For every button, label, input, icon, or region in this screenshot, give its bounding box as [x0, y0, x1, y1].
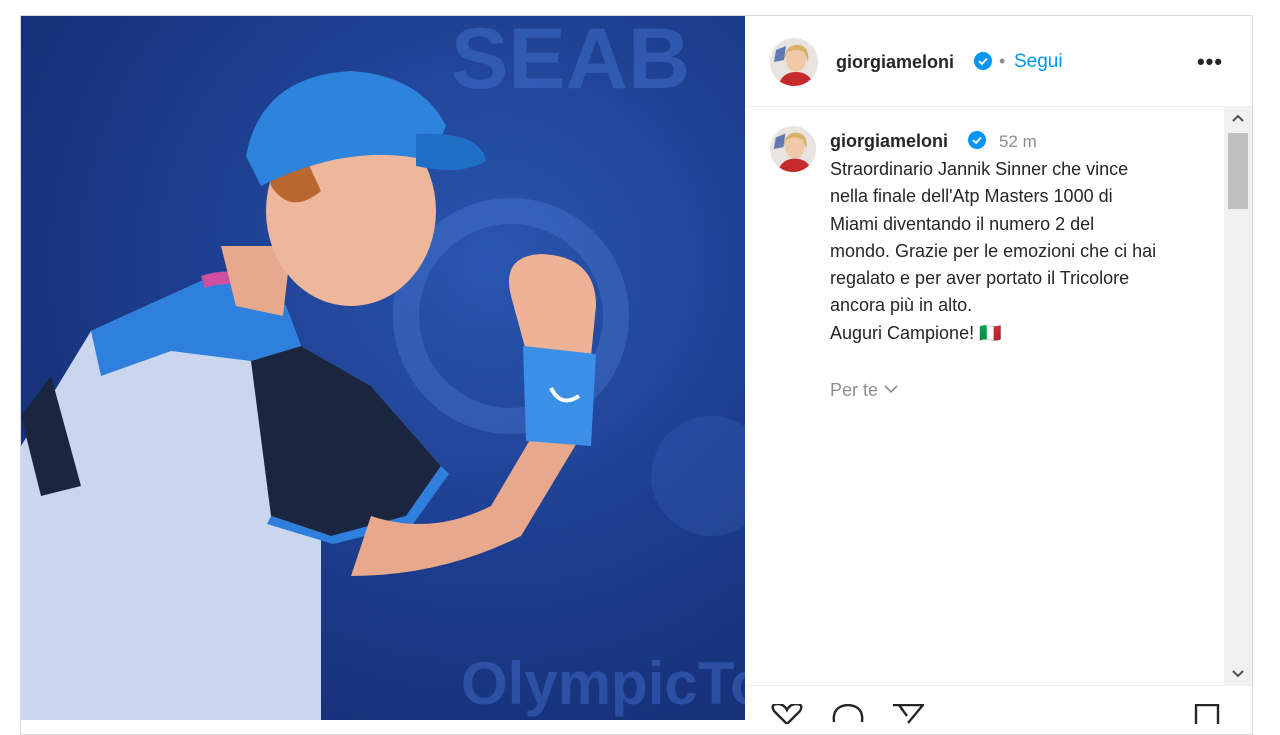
scroll-up-icon[interactable] — [1224, 107, 1252, 129]
verified-badge-icon — [968, 131, 986, 149]
translation-toggle-label: Per te — [830, 380, 879, 400]
more-options-icon[interactable]: ••• — [1194, 46, 1226, 78]
heart-icon[interactable] — [770, 704, 804, 724]
comment-username[interactable]: giorgiameloni — [830, 131, 948, 152]
share-icon[interactable] — [892, 704, 924, 724]
tennis-player-photo: SEAB OlympicTor — [21, 16, 745, 720]
post-header: giorgiameloni • Segui ••• — [746, 16, 1252, 107]
post-caption: Straordinario Jannik Sinner che vince ne… — [830, 159, 1157, 343]
comment-timestamp[interactable]: 52 m — [999, 132, 1037, 152]
separator-dot: • — [999, 51, 1006, 71]
post-actions-bar — [746, 685, 1252, 724]
scroll-down-icon[interactable] — [1224, 663, 1252, 685]
comments-scrollbar[interactable] — [1224, 107, 1252, 685]
background-sign-bottom: OlympicTor — [461, 650, 745, 717]
chevron-down-icon — [884, 385, 898, 394]
post-image[interactable]: SEAB OlympicTor — [21, 16, 745, 720]
follow-button[interactable]: Segui — [1014, 51, 1063, 73]
comment-author-avatar[interactable] — [770, 126, 816, 172]
avatar-portrait — [770, 126, 816, 172]
background-sign-top: SEAB — [451, 16, 690, 107]
author-username[interactable]: giorgiameloni — [836, 52, 954, 73]
post-sidebar: giorgiameloni • Segui ••• giorgiameloni … — [746, 16, 1252, 724]
translation-toggle[interactable]: Per te — [830, 380, 898, 401]
bookmark-icon[interactable] — [1194, 704, 1220, 724]
avatar-portrait — [770, 38, 818, 86]
author-avatar[interactable] — [770, 38, 818, 86]
comment-icon[interactable] — [832, 704, 864, 724]
scroll-thumb[interactable] — [1228, 133, 1248, 209]
verified-badge-icon — [974, 52, 992, 70]
